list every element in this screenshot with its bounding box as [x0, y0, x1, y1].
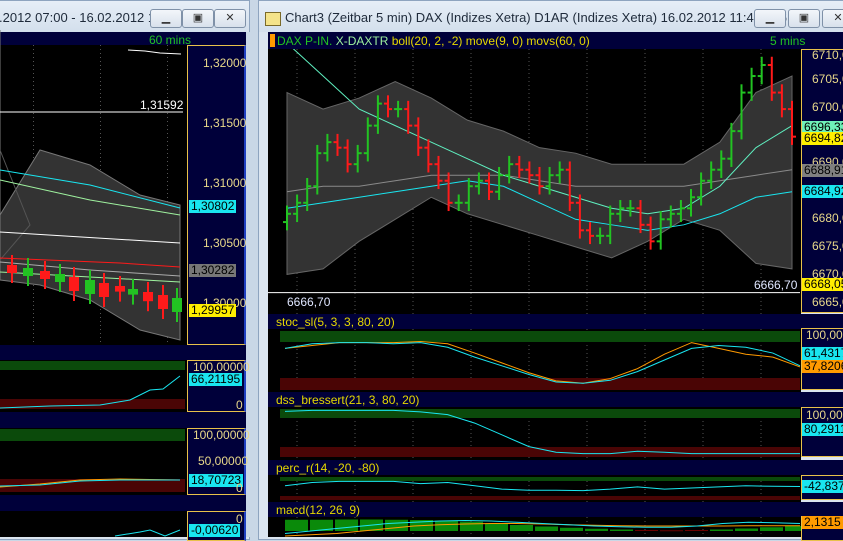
- axis-tick: 100,000: [806, 328, 843, 342]
- macd-histogram-bar: [535, 526, 558, 531]
- axis-tick: 100,00000: [193, 428, 250, 442]
- axis-tick: 1,30500: [203, 236, 247, 250]
- macd-histogram-bar: [510, 525, 533, 531]
- dss-tag: 80,2911: [802, 423, 843, 436]
- price-tag-cyan: 1,30802: [189, 199, 237, 213]
- macd-histogram-bar: [635, 530, 658, 531]
- left-line-label: 1,31592: [140, 98, 184, 112]
- macd-histogram-bar: [735, 528, 758, 531]
- oversold-zone: [280, 496, 800, 500]
- axis-tick: 0: [236, 398, 243, 412]
- dss-panel-title: dss_bressert(21, 3, 80, 20): [276, 393, 420, 407]
- axis-tick: 100,000: [806, 408, 843, 422]
- panel1-value-tag: 66,21195: [189, 372, 243, 386]
- macd-histogram-bar: [660, 530, 683, 532]
- macd-histogram-bar: [385, 519, 408, 531]
- axis-tick: 1,31000: [203, 176, 247, 190]
- tag-movs60: 6688,91: [802, 164, 843, 177]
- axis-tick: 6710,0: [812, 48, 843, 62]
- macd-panel-title: macd(12, 26, 9): [276, 503, 361, 517]
- axis-tick: 50,00000: [198, 454, 249, 468]
- axis-tick: 6675,0: [812, 239, 843, 253]
- candle-body: [143, 292, 153, 302]
- candle-body: [69, 277, 79, 291]
- candle-body: [23, 268, 33, 276]
- candle-body: [40, 271, 50, 279]
- tag-last: 6694,82: [802, 132, 843, 145]
- left-timeframe: 60 mins: [149, 33, 192, 47]
- panel-separator: [0, 345, 248, 360]
- macd-histogram-bar: [585, 528, 608, 531]
- low-label-right: 6666,70: [754, 278, 798, 292]
- macd-tag: 2,1315: [802, 515, 843, 529]
- candle-body: [158, 295, 168, 309]
- overbought-zone: [0, 429, 185, 441]
- overbought-zone: [0, 361, 185, 370]
- macd-histogram-bar: [435, 520, 458, 531]
- axis-tick: 6700,0: [812, 100, 843, 114]
- percr-tag: -42,8377: [802, 480, 843, 493]
- panel2-value-tag: 18,70723: [189, 473, 244, 487]
- percr-panel-title: perc_r(14, -20, -80): [276, 461, 380, 475]
- price-tag-gray: 1,30282: [189, 263, 237, 277]
- candle-body: [7, 265, 17, 273]
- panel3-value-tag: -0,00620: [189, 523, 241, 537]
- macd-histogram-bar: [685, 530, 708, 531]
- header-marker: [270, 34, 275, 47]
- chart-canvas[interactable]: [0, 0, 843, 537]
- macd-histogram-bar: [460, 521, 483, 531]
- macd-histogram-bar: [560, 527, 583, 531]
- macd-histogram-bar: [710, 529, 733, 531]
- tag-band-low: 6668,05: [802, 278, 843, 291]
- axis-tick: 1,32000: [203, 56, 247, 70]
- low-label-left: 6666,70: [287, 295, 331, 309]
- macd-histogram-bar: [485, 523, 508, 531]
- macd-histogram-bar: [610, 529, 633, 531]
- candle-body: [99, 283, 109, 297]
- oversold-zone: [0, 399, 185, 409]
- overbought-zone: [280, 331, 800, 342]
- panel-separator: [0, 412, 248, 428]
- macd-histogram-bar: [760, 527, 783, 531]
- tag-boll-ma: 6684,92: [802, 185, 843, 198]
- left-header-strip: [0, 32, 248, 45]
- candle-body: [172, 298, 182, 312]
- candle-body: [115, 286, 125, 292]
- symbol-label: DAX P-IN.: [277, 34, 333, 48]
- axis-tick: 6705,0: [812, 72, 843, 86]
- axis-tick: 6665,0: [812, 295, 843, 309]
- indicators-label: boll(20, 2, -2) move(9, 0) movs(60, 0): [391, 34, 590, 48]
- macd-histogram-bar: [335, 519, 358, 531]
- oversold-zone: [280, 378, 800, 390]
- candle-body: [55, 274, 65, 282]
- symbol2-label: X-DAXTR: [335, 34, 389, 48]
- candle-body: [128, 289, 138, 295]
- overbought-zone: [280, 477, 800, 481]
- panel-separator: [0, 495, 248, 511]
- axis-tick: 0: [236, 481, 243, 495]
- chart-legend: DAX P-IN. X-DAXTR boll(20, 2, -2) move(9…: [277, 34, 590, 48]
- stoc-d-tag: 37,8206: [802, 360, 843, 373]
- axis-tick: 1,31500: [203, 116, 247, 130]
- axis-tick: 6680,0: [812, 211, 843, 225]
- macd-histogram-bar: [285, 519, 308, 531]
- candle-body: [85, 280, 95, 294]
- right-timeframe: 5 mins: [770, 34, 806, 48]
- price-tag-yellow: 1,29957: [189, 303, 237, 317]
- stoc-panel-title: stoc_sl(5, 3, 3, 80, 20): [276, 315, 395, 329]
